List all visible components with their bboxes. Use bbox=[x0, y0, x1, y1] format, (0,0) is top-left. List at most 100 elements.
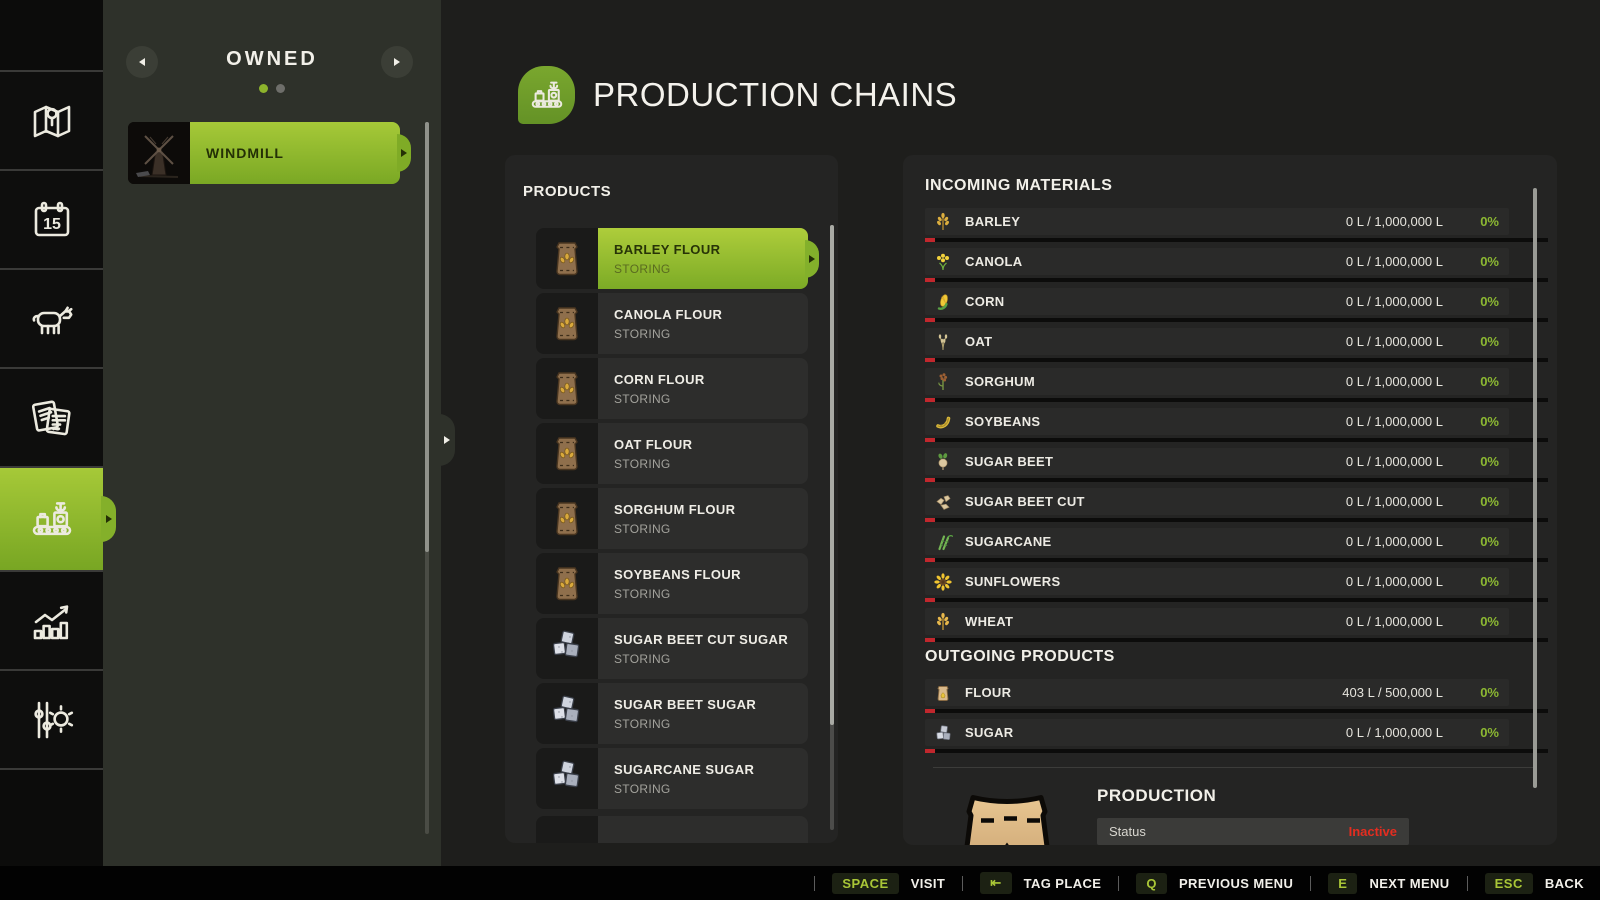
product-icon-box bbox=[536, 748, 598, 809]
owned-item-windmill[interactable]: WINDMILL bbox=[128, 122, 411, 184]
flour-bag-icon bbox=[545, 562, 589, 606]
product-item[interactable]: OAT FLOUR STORING bbox=[536, 423, 808, 484]
product-item-body: BARLEY FLOUR STORING bbox=[598, 228, 819, 289]
product-item-body: SOYBEANS FLOUR STORING bbox=[598, 553, 808, 614]
fill-level-bar bbox=[925, 638, 1548, 642]
product-item[interactable]: SOYBEANS FLOUR STORING bbox=[536, 553, 808, 614]
owned-item-plaque: WINDMILL bbox=[190, 122, 411, 184]
product-icon-box bbox=[536, 293, 598, 354]
page-dots bbox=[103, 84, 441, 93]
product-item[interactable]: BARLEY FLOUR STORING bbox=[536, 228, 819, 289]
product-item-body: SORGHUM FLOUR STORING bbox=[598, 488, 808, 549]
owned-scrollbar[interactable] bbox=[425, 122, 429, 834]
production-summary: PRODUCTION Status Inactive Cycles per mo… bbox=[925, 780, 1535, 845]
incoming-material-row: SUGARCANE 0 L / 1,000,000 L 0% bbox=[925, 528, 1548, 562]
hotkey-badge: E bbox=[1328, 872, 1358, 894]
product-item-body: SUGARCANE SUGAR STORING bbox=[598, 748, 808, 809]
incoming-material-row: SORGHUM 0 L / 1,000,000 L 0% bbox=[925, 368, 1548, 402]
flour-bag-icon bbox=[545, 237, 589, 281]
sidebar: 15 bbox=[0, 0, 116, 866]
contracts-icon bbox=[28, 394, 76, 442]
hotbar-hint[interactable]: ESC BACK bbox=[1450, 872, 1584, 894]
product-icon-box bbox=[536, 553, 598, 614]
fill-level-bar bbox=[925, 749, 1548, 753]
page-dot bbox=[276, 84, 285, 93]
materials-panel: INCOMING MATERIALS BARLEY 0 L / 1,000,00… bbox=[903, 155, 1557, 845]
product-icon-box bbox=[536, 618, 598, 679]
products-heading: PRODUCTS bbox=[523, 183, 612, 200]
sugar-cubes-icon bbox=[545, 692, 589, 736]
sidebar-tab[interactable] bbox=[0, 570, 103, 669]
owned-next-button[interactable] bbox=[381, 46, 413, 78]
hotkey-badge: Q bbox=[1136, 872, 1167, 894]
fill-level-bar bbox=[925, 238, 1548, 242]
product-icon-box bbox=[536, 683, 598, 744]
hotkey-badge: ESC bbox=[1484, 872, 1533, 894]
owned-panel-expander[interactable] bbox=[439, 414, 455, 466]
product-item[interactable]: SUGARCANE SUGAR STORING bbox=[536, 748, 808, 809]
fill-level-bar bbox=[925, 709, 1548, 713]
sidebar-tab[interactable] bbox=[0, 70, 103, 169]
incoming-material-row: SUGAR BEET 0 L / 1,000,000 L 0% bbox=[925, 448, 1548, 482]
sidebar-tab[interactable] bbox=[0, 669, 103, 768]
hotkey-badge: SPACE bbox=[832, 872, 899, 894]
materials-scrollbar[interactable] bbox=[1533, 188, 1537, 828]
production-chains-icon bbox=[28, 495, 76, 543]
product-item[interactable]: SORGHUM FLOUR STORING bbox=[536, 488, 808, 549]
hotbar-hint[interactable]: SPACE VISIT bbox=[797, 872, 945, 894]
product-item[interactable]: CORN FLOUR STORING bbox=[536, 358, 808, 419]
product-item-body: OAT FLOUR STORING bbox=[598, 423, 808, 484]
product-item-body: SUGAR BEET CUT SUGAR STORING bbox=[598, 618, 808, 679]
hotbar-hint[interactable]: E NEXT MENU bbox=[1293, 872, 1449, 894]
fill-level-bar bbox=[925, 518, 1548, 522]
flour-bag-image bbox=[951, 788, 1063, 845]
wheat-icon bbox=[933, 612, 953, 632]
soybeans-icon bbox=[933, 412, 953, 432]
products-scrollbar[interactable] bbox=[830, 225, 834, 830]
flour-bag-icon bbox=[545, 367, 589, 411]
oat-icon bbox=[933, 332, 953, 352]
product-list: BARLEY FLOUR STORING CANOLA FLOUR STORIN… bbox=[536, 228, 819, 813]
product-item-partial[interactable] bbox=[536, 816, 808, 843]
corn-icon bbox=[933, 292, 953, 312]
production-info-row: Status Inactive bbox=[1097, 818, 1409, 845]
hotkey-badge: ⇤ bbox=[980, 872, 1012, 894]
sugarcane-icon bbox=[933, 532, 953, 552]
product-item[interactable]: SUGAR BEET CUT SUGAR STORING bbox=[536, 618, 808, 679]
product-item[interactable]: SUGAR BEET SUGAR STORING bbox=[536, 683, 808, 744]
product-item[interactable]: CANOLA FLOUR STORING bbox=[536, 293, 808, 354]
product-item-body: SUGAR BEET SUGAR STORING bbox=[598, 683, 808, 744]
page-header: PRODUCTION CHAINS bbox=[518, 66, 957, 124]
owned-panel: OWNED WINDMILL bbox=[103, 0, 455, 866]
section-divider bbox=[933, 767, 1533, 768]
statistics-icon bbox=[28, 597, 76, 645]
incoming-material-row: CANOLA 0 L / 1,000,000 L 0% bbox=[925, 248, 1548, 282]
sidebar-tab[interactable]: 15 bbox=[0, 169, 103, 268]
product-icon-box bbox=[536, 488, 598, 549]
incoming-material-row: SUNFLOWERS 0 L / 1,000,000 L 0% bbox=[925, 568, 1548, 602]
sidebar-tab[interactable] bbox=[0, 367, 103, 466]
flour-bag-icon bbox=[545, 302, 589, 346]
incoming-material-row: CORN 0 L / 1,000,000 L 0% bbox=[925, 288, 1548, 322]
hotbar-hint[interactable]: Q PREVIOUS MENU bbox=[1101, 872, 1293, 894]
sugar-beet-icon bbox=[933, 452, 953, 472]
owned-item-arrow bbox=[397, 134, 411, 172]
page-dot bbox=[259, 84, 268, 93]
production-chains-icon bbox=[518, 66, 575, 124]
hotbar-hint[interactable]: ⇤ TAG PLACE bbox=[945, 872, 1101, 894]
calendar-icon: 15 bbox=[28, 196, 76, 244]
svg-text:15: 15 bbox=[43, 216, 61, 233]
sidebar-tab[interactable] bbox=[0, 466, 116, 570]
animals-icon bbox=[28, 295, 76, 343]
incoming-material-row: OAT 0 L / 1,000,000 L 0% bbox=[925, 328, 1548, 362]
fill-level-bar bbox=[925, 558, 1548, 562]
canola-icon bbox=[933, 252, 953, 272]
outgoing-product-row: FLOUR 403 L / 500,000 L 0% bbox=[925, 679, 1548, 713]
sugar-cubes-icon bbox=[545, 627, 589, 671]
sidebar-tab[interactable] bbox=[0, 268, 103, 367]
production-chains-screen: 15 OWNED WINDMILL PRODUCTION CHAINS PROD… bbox=[0, 0, 1600, 900]
products-panel: PRODUCTS BARLEY FLOUR STORING CANOLA FLO… bbox=[505, 155, 838, 843]
sugar-beet-cut-icon bbox=[933, 492, 953, 512]
product-item-body bbox=[598, 816, 808, 843]
production-heading: PRODUCTION bbox=[1097, 786, 1217, 805]
